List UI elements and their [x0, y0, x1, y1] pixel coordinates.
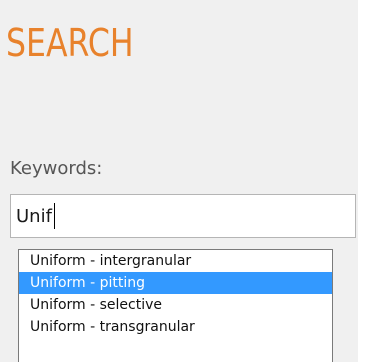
suggestion-item[interactable]: Uniform - selective [19, 294, 332, 316]
keywords-input[interactable] [10, 194, 356, 238]
suggestion-item-selected[interactable]: Uniform - pitting [19, 272, 332, 294]
search-title: SEARCH [6, 21, 134, 65]
keywords-label: Keywords: [10, 158, 103, 179]
suggestion-item[interactable]: Uniform - transgranular [19, 316, 332, 338]
text-caret [54, 203, 55, 229]
panel-edge [358, 0, 365, 362]
autocomplete-list: Uniform - intergranular Uniform - pittin… [18, 249, 333, 362]
suggestion-item[interactable]: Uniform - intergranular [19, 250, 332, 272]
